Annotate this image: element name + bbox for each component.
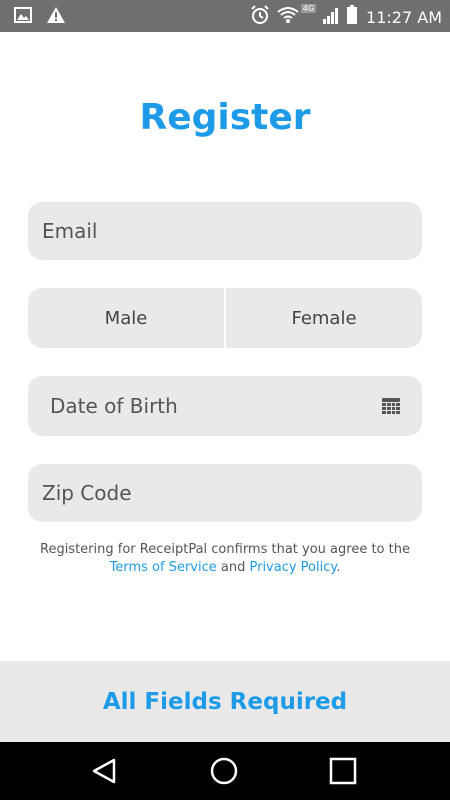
gender-toggle: Male Female: [28, 288, 422, 348]
network-badge: 4G: [300, 4, 317, 13]
terms-and-text: and: [216, 560, 250, 575]
home-icon[interactable]: [209, 756, 239, 786]
date-of-birth-field[interactable]: Date of Birth: [28, 376, 422, 436]
terms-of-service-link[interactable]: Terms of Service: [110, 560, 217, 575]
recents-icon[interactable]: [328, 756, 358, 786]
status-time: 11:27 AM: [366, 8, 442, 27]
wifi-icon: [277, 5, 299, 30]
terms-end-text: .: [336, 560, 341, 575]
terms-text: Registering for ReceiptPal confirms that…: [40, 542, 410, 557]
email-placeholder: Email: [42, 219, 98, 243]
all-fields-required-label: All Fields Required: [102, 688, 348, 715]
calendar-icon[interactable]: [382, 397, 400, 415]
status-bar: 4G 11:27 AM: [0, 0, 450, 32]
terms-notice: Registering for ReceiptPal confirms that…: [0, 541, 450, 577]
zip-code-placeholder: Zip Code: [42, 481, 132, 505]
female-option[interactable]: Female: [226, 288, 422, 348]
back-icon[interactable]: [90, 756, 120, 786]
page-title: Register: [139, 97, 311, 138]
navigation-bar: [0, 742, 450, 800]
warning-icon: [46, 6, 66, 29]
battery-icon: [346, 5, 358, 30]
date-of-birth-placeholder: Date of Birth: [50, 394, 178, 418]
alarm-icon: [249, 4, 271, 31]
submit-bar[interactable]: All Fields Required: [0, 661, 450, 742]
image-icon: [14, 6, 32, 29]
signal-icon: [322, 5, 340, 30]
zip-code-field[interactable]: Zip Code: [28, 464, 422, 522]
male-option[interactable]: Male: [28, 288, 224, 348]
email-field[interactable]: Email: [28, 202, 422, 260]
privacy-policy-link[interactable]: Privacy Policy: [249, 560, 336, 575]
